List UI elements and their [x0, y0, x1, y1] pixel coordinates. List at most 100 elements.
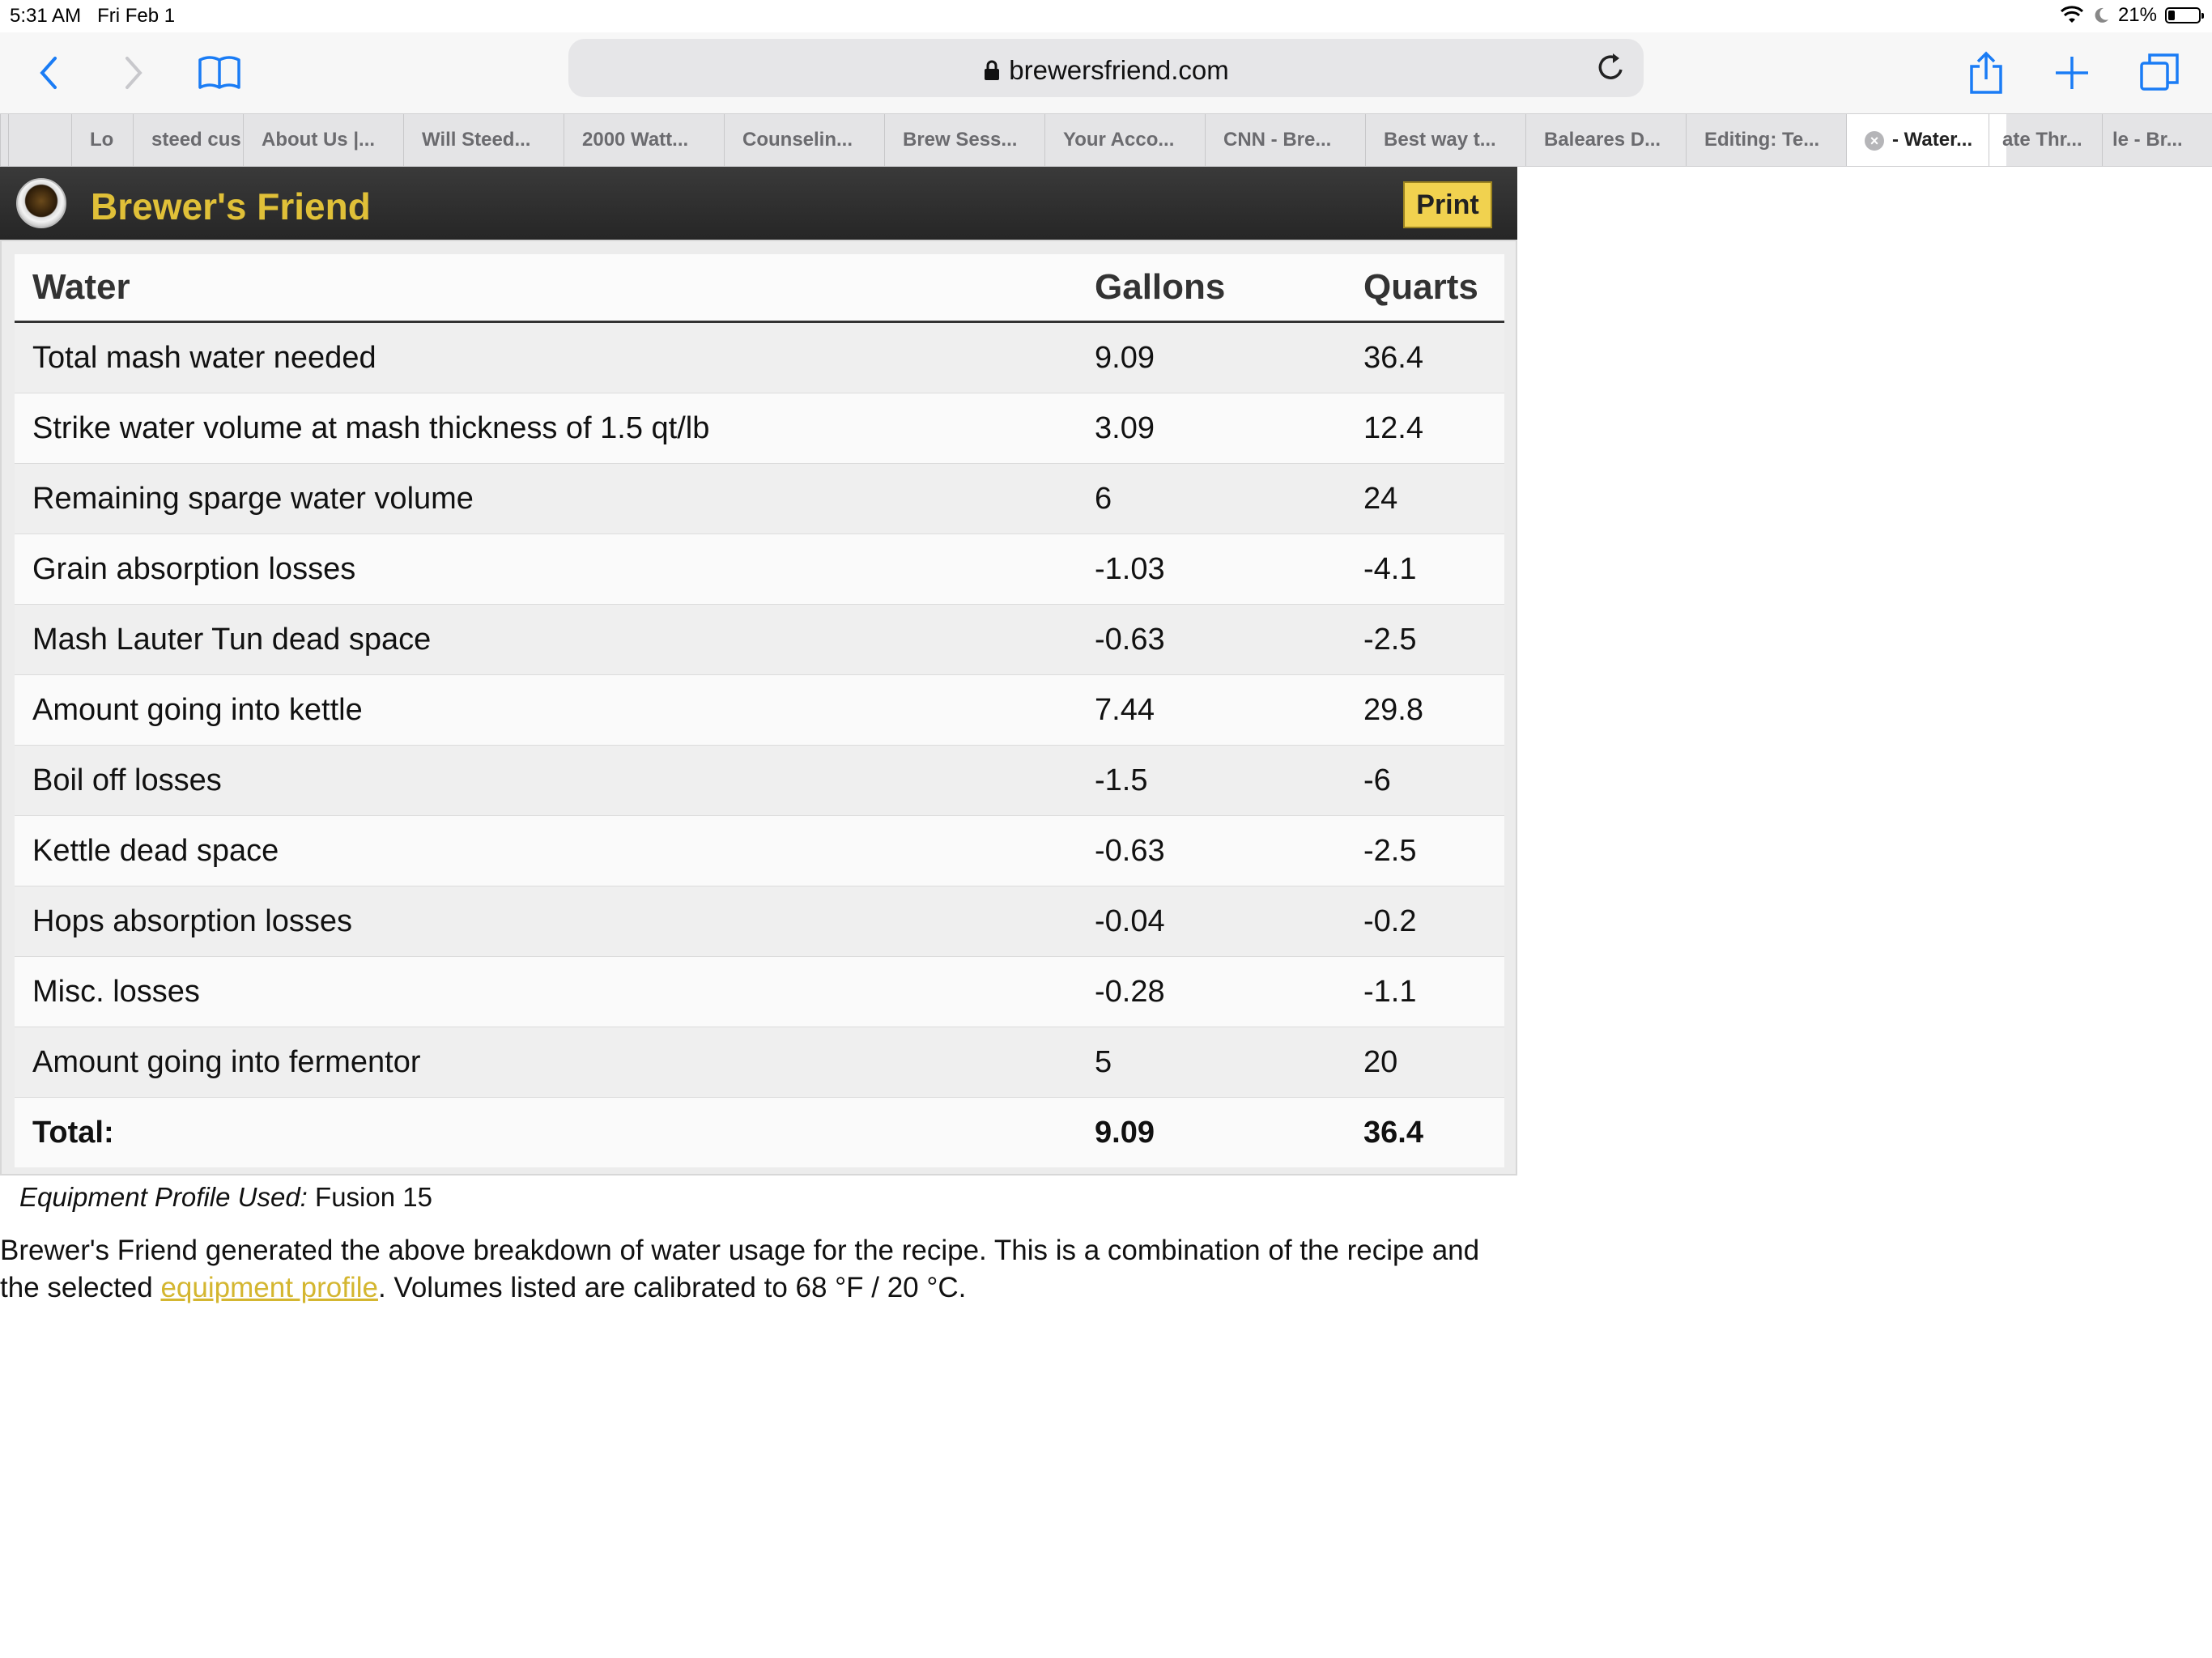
print-button[interactable]: Print — [1403, 181, 1492, 228]
close-tab-icon[interactable]: × — [1865, 130, 1884, 151]
battery-percent: 21% — [2117, 4, 2157, 26]
table-row: Mash Lauter Tun dead space -0.63 -2.5 — [15, 604, 1504, 675]
tab-1[interactable]: steed cus — [133, 114, 243, 166]
share-icon — [1970, 51, 2002, 94]
equipment-profile: Equipment Profile Used: Fusion 15 — [19, 1182, 432, 1213]
table-row: Remaining sparge water volume 6 24 — [15, 463, 1504, 534]
cell-quarts: -0.2 — [1346, 886, 1504, 957]
tab-2[interactable]: About Us |... — [243, 114, 403, 166]
tab-7[interactable]: Your Acco... — [1044, 114, 1205, 166]
tab-3[interactable]: Will Steed... — [403, 114, 564, 166]
moon-icon — [2095, 7, 2108, 23]
cell-quarts: 20 — [1346, 1027, 1504, 1098]
cell-water: Hops absorption losses — [15, 886, 1077, 957]
cell-water: Boil off losses — [15, 745, 1077, 816]
table-row: Amount going into kettle 7.44 29.8 — [15, 674, 1504, 746]
table-total-row: Total: 9.09 36.4 — [15, 1097, 1504, 1167]
site-header: Brewer's Friend Print — [0, 167, 1517, 240]
cell-gallons: 5 — [1077, 1027, 1346, 1098]
tabs-icon — [2140, 53, 2179, 91]
cell-gallons: 9.09 — [1077, 1097, 1346, 1167]
tab-bar: Lo steed cus About Us |... Will Steed...… — [0, 113, 2212, 167]
cell-water: Total: — [15, 1097, 1077, 1167]
tab-4[interactable]: 2000 Watt... — [564, 114, 724, 166]
table-row: Kettle dead space -0.63 -2.5 — [15, 815, 1504, 886]
cell-gallons: 9.09 — [1077, 321, 1346, 393]
cell-quarts: 36.4 — [1346, 1097, 1504, 1167]
cell-gallons: -1.03 — [1077, 534, 1346, 605]
cell-gallons: -0.63 — [1077, 815, 1346, 886]
tab-14[interactable]: le - Br... — [2102, 114, 2212, 166]
back-button[interactable] — [20, 47, 77, 99]
cell-quarts: -4.1 — [1346, 534, 1504, 605]
tab-8[interactable]: CNN - Bre... — [1205, 114, 1365, 166]
cell-water: Strike water volume at mash thickness of… — [15, 393, 1077, 464]
tab-9[interactable]: Best way t... — [1365, 114, 1525, 166]
cell-gallons: -0.04 — [1077, 886, 1346, 957]
header-quarts: Quarts — [1346, 254, 1504, 323]
description-text: Brewer's Friend generated the above brea… — [0, 1235, 1480, 1303]
table-row: Total mash water needed 9.09 36.4 — [15, 321, 1504, 393]
chevron-right-icon — [125, 57, 143, 89]
battery-icon — [2165, 7, 2204, 23]
cell-quarts: 12.4 — [1346, 393, 1504, 464]
battery-fill — [2168, 11, 2175, 20]
table-row: Grain absorption losses -1.03 -4.1 — [15, 534, 1504, 605]
water-table: Water Gallons Quarts Total mash water ne… — [15, 254, 1504, 1167]
cell-water: Mash Lauter Tun dead space — [15, 604, 1077, 675]
cell-gallons: 6 — [1077, 463, 1346, 534]
tab-12-active[interactable]: × - Water... — [1846, 114, 2006, 166]
tab-empty[interactable] — [8, 114, 71, 166]
status-time: 5:31 AM Fri Feb 1 — [10, 5, 176, 27]
cell-water: Amount going into kettle — [15, 674, 1077, 746]
reload-icon[interactable] — [1595, 50, 1627, 84]
bookmarks-button[interactable] — [191, 47, 248, 99]
book-icon — [198, 56, 240, 89]
cell-water: Remaining sparge water volume — [15, 463, 1077, 534]
cell-quarts: 24 — [1346, 463, 1504, 534]
header-gallons: Gallons — [1077, 254, 1346, 323]
tab-edge — [0, 114, 8, 166]
tab-13[interactable]: ate Thr... — [1989, 114, 2102, 166]
status-bar: 5:31 AM Fri Feb 1 21% — [0, 0, 2212, 32]
url-text: brewersfriend.com — [1009, 55, 1229, 85]
forward-button[interactable] — [105, 47, 162, 99]
cell-water: Misc. losses — [15, 956, 1077, 1027]
plus-icon — [2056, 57, 2088, 89]
cell-quarts: -2.5 — [1346, 604, 1504, 675]
cell-gallons: 7.44 — [1077, 674, 1346, 746]
chevron-left-icon — [40, 57, 57, 89]
lock-icon — [985, 60, 1000, 80]
address-bar[interactable]: brewersfriend.com — [568, 39, 1644, 97]
equipment-label: Equipment Profile Used: — [19, 1182, 308, 1212]
share-button[interactable] — [1958, 47, 2014, 99]
cell-gallons: 3.09 — [1077, 393, 1346, 464]
tab-6[interactable]: Brew Sess... — [884, 114, 1044, 166]
tabs-overview-button[interactable] — [2131, 47, 2188, 99]
water-panel: Water Gallons Quarts Total mash water ne… — [0, 240, 1517, 1175]
cell-water: Amount going into fermentor — [15, 1027, 1077, 1098]
table-header-row: Water Gallons Quarts — [15, 254, 1504, 323]
table-row: Hops absorption losses -0.04 -0.2 — [15, 886, 1504, 957]
equipment-profile-link[interactable]: equipment profile — [160, 1272, 378, 1303]
table-row: Strike water volume at mash thickness of… — [15, 393, 1504, 464]
cell-water: Grain absorption losses — [15, 534, 1077, 605]
cell-quarts: 29.8 — [1346, 674, 1504, 746]
cell-quarts: 36.4 — [1346, 321, 1504, 393]
new-tab-button[interactable] — [2044, 47, 2100, 99]
brewers-friend-logo-icon — [16, 178, 66, 228]
cell-quarts: -6 — [1346, 745, 1504, 816]
cell-gallons: -0.63 — [1077, 604, 1346, 675]
table-row: Boil off losses -1.5 -6 — [15, 745, 1504, 816]
cell-quarts: -2.5 — [1346, 815, 1504, 886]
cell-gallons: -1.5 — [1077, 745, 1346, 816]
browser-toolbar: brewersfriend.com — [0, 32, 2212, 113]
status-date: Fri Feb 1 — [97, 5, 176, 27]
table-row: Misc. losses -0.28 -1.1 — [15, 956, 1504, 1027]
wifi-icon — [2060, 6, 2083, 23]
cell-gallons: -0.28 — [1077, 956, 1346, 1027]
tab-5[interactable]: Counselin... — [724, 114, 884, 166]
tab-10[interactable]: Baleares D... — [1525, 114, 1686, 166]
tab-11[interactable]: Editing: Te... — [1686, 114, 1846, 166]
cell-water: Kettle dead space — [15, 815, 1077, 886]
